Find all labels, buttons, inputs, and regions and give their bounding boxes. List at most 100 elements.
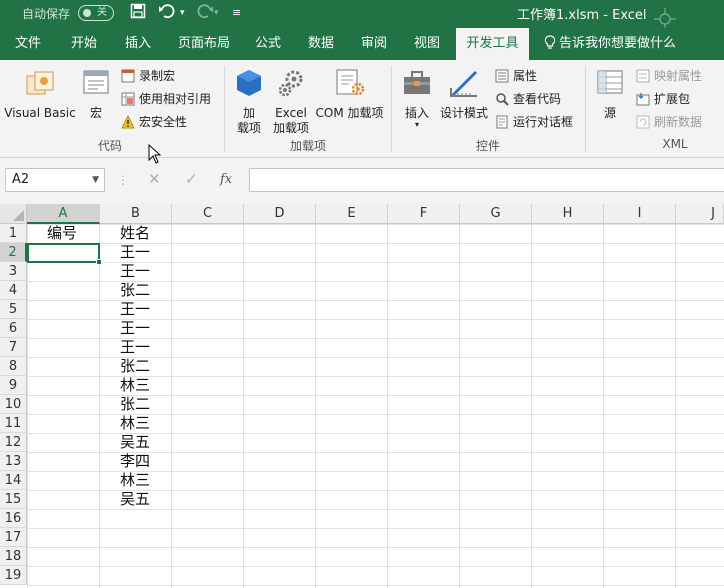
formula-bar-grip-icon: ⋮ [117,173,129,187]
cell-b4[interactable]: 张二 [120,281,150,300]
name-box-dropdown-icon[interactable]: ▼ [92,169,99,191]
row-header[interactable]: 5 [0,300,27,319]
autosave-toggle[interactable]: 关 [78,5,114,21]
column-header-d[interactable]: D [244,204,316,224]
cell-b10[interactable]: 张二 [120,395,150,414]
refresh-data-button[interactable]: 刷新数据 [636,113,702,131]
row-header[interactable]: 6 [0,319,27,338]
cell-b3[interactable]: 王一 [120,262,150,281]
name-box-value: A2 [12,172,30,187]
cell-b15[interactable]: 吴五 [120,490,150,509]
row-header[interactable]: 18 [0,547,27,566]
cell-b14[interactable]: 林三 [120,471,150,490]
column-header-h[interactable]: H [532,204,604,224]
redo-dropdown-icon[interactable]: ▾ [214,3,219,23]
tab-page-layout[interactable]: 页面布局 [172,28,236,60]
tab-view[interactable]: 视图 [404,28,450,60]
row-header[interactable]: 2 [0,243,27,262]
row-header[interactable]: 14 [0,471,27,490]
cancel-icon[interactable]: ✕ [148,170,161,188]
undo-icon[interactable] [158,3,178,23]
name-box[interactable]: A2 ▼ [5,168,105,192]
column-header-f[interactable]: F [388,204,460,224]
column-header-i[interactable]: I [604,204,676,224]
xml-source-button[interactable]: 源 [592,68,628,121]
tab-insert[interactable]: 插入 [114,28,162,60]
add-ins-button[interactable]: 加 载项 [232,68,266,136]
cell-a1[interactable]: 编号 [47,224,77,243]
formula-bar: A2 ▼ ⋮ ✕ ✓ fx [0,158,724,204]
properties-button[interactable]: 属性 [495,67,537,85]
group-label-xml: XML [662,137,688,151]
insert-function-icon[interactable]: fx [220,172,232,187]
tab-home[interactable]: 开始 [60,28,108,60]
com-add-ins-button[interactable]: COM 加载项 [313,68,386,121]
cell-b8[interactable]: 张二 [120,357,150,376]
row-header[interactable]: 19 [0,566,27,585]
macros-button[interactable]: 宏 [80,68,112,121]
row-header[interactable]: 10 [0,395,27,414]
column-header-g[interactable]: G [460,204,532,224]
row-header[interactable]: 4 [0,281,27,300]
tab-data[interactable]: 数据 [298,28,344,60]
cell-b1[interactable]: 姓名 [120,224,150,243]
group-label-add-ins: 加载项 [289,139,326,153]
tell-me-search[interactable]: 告诉我你想要做什么 [544,28,676,60]
cell-b9[interactable]: 林三 [120,376,150,395]
row-header[interactable]: 15 [0,490,27,509]
macro-security-button[interactable]: 宏安全性 [121,113,187,131]
visual-basic-button[interactable]: Visual Basic [4,68,76,121]
save-icon[interactable] [130,3,146,23]
row-header[interactable]: 17 [0,528,27,547]
column-header-c[interactable]: C [172,204,244,224]
insert-control-button[interactable]: 插入 ▾ [398,68,436,129]
row-header[interactable]: 3 [0,262,27,281]
tab-formulas[interactable]: 公式 [246,28,290,60]
row-header[interactable]: 8 [0,357,27,376]
row-header[interactable]: 12 [0,433,27,452]
cell-b2[interactable]: 王一 [120,243,150,262]
formula-input[interactable] [249,168,724,192]
run-dialog-button[interactable]: 运行对话框 [495,113,573,131]
select-all-corner[interactable] [0,204,27,224]
cell-b11[interactable]: 林三 [120,414,150,433]
insert-control-label: 插入 [404,106,429,120]
active-cell-a2[interactable] [27,243,100,263]
column-header-b[interactable]: B [100,204,172,224]
column-header-j[interactable]: J [676,204,724,224]
excel-add-ins-button[interactable]: Excel 加载项 [270,68,312,136]
cell-b7[interactable]: 王一 [120,338,150,357]
map-properties-button[interactable]: 映射属性 [636,67,702,85]
tab-file[interactable]: 文件 [4,28,52,60]
tab-developer[interactable]: 开发工具 [456,28,529,60]
view-code-button[interactable]: 查看代码 [495,90,561,108]
group-separator [224,66,225,152]
row-header[interactable]: 16 [0,509,27,528]
cell-b5[interactable]: 王一 [120,300,150,319]
column-header-a[interactable]: A [27,204,100,224]
row-header[interactable]: 1 [0,224,27,243]
tab-review[interactable]: 审阅 [351,28,397,60]
cell-b13[interactable]: 李四 [120,452,150,471]
use-relative-references-button[interactable]: 使用相对引用 [121,90,211,108]
customize-toolbar-icon[interactable]: ≡ [232,3,241,23]
undo-dropdown-icon[interactable]: ▾ [180,3,185,23]
column-header-e[interactable]: E [316,204,388,224]
expansion-packs-button[interactable]: 扩展包 [636,90,690,108]
redo-icon[interactable] [194,3,214,23]
row-header[interactable]: 9 [0,376,27,395]
row-header[interactable]: 7 [0,338,27,357]
visual-basic-icon [26,71,54,95]
row-header[interactable]: 11 [0,414,27,433]
cell-b12[interactable]: 吴五 [120,433,150,452]
enter-icon[interactable]: ✓ [185,170,198,188]
xml-source-icon [597,70,623,94]
record-macro-button[interactable]: 录制宏 [121,67,175,85]
cell-b6[interactable]: 王一 [120,319,150,338]
decorative-pattern-icon [652,6,678,30]
select-all-triangle-icon [13,210,24,221]
design-mode-button[interactable]: 设计模式 [438,68,490,121]
fill-handle[interactable] [96,259,102,265]
row-header[interactable]: 13 [0,452,27,471]
gears-icon [278,70,303,97]
